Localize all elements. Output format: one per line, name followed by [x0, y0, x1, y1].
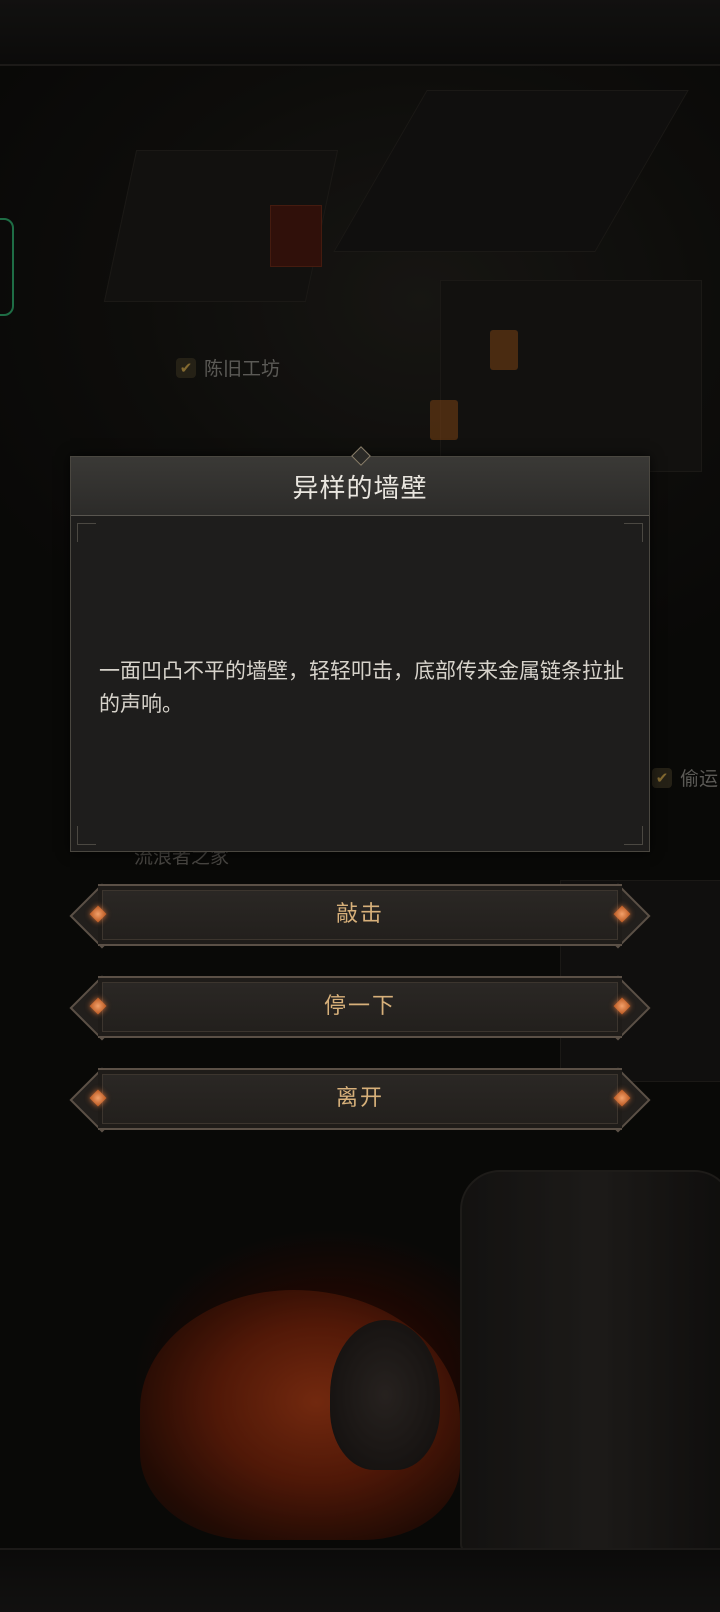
choice-label: 停一下 [323, 994, 396, 1019]
corner-ornament [77, 523, 96, 542]
dialog-body-text: 一面凹凸不平的墙壁，轻轻叩击，底部传来金属链条拉扯的声响。 [99, 659, 624, 716]
dialog-title: 异样的墙壁 [292, 473, 428, 504]
event-dialog: 异样的墙壁 一面凹凸不平的墙壁，轻轻叩击，底部传来金属链条拉扯的声响。 [70, 446, 650, 852]
choice-button-pause[interactable]: 停一下 [69, 975, 651, 1041]
corner-ornament [624, 826, 643, 845]
choice-button-knock[interactable]: 敲击 [69, 883, 651, 949]
choice-button-leave[interactable]: 离开 [69, 1067, 651, 1133]
corner-ornament [77, 826, 96, 845]
corner-ornament [624, 523, 643, 542]
choice-label: 敲击 [335, 902, 384, 927]
choice-label: 离开 [335, 1086, 384, 1111]
